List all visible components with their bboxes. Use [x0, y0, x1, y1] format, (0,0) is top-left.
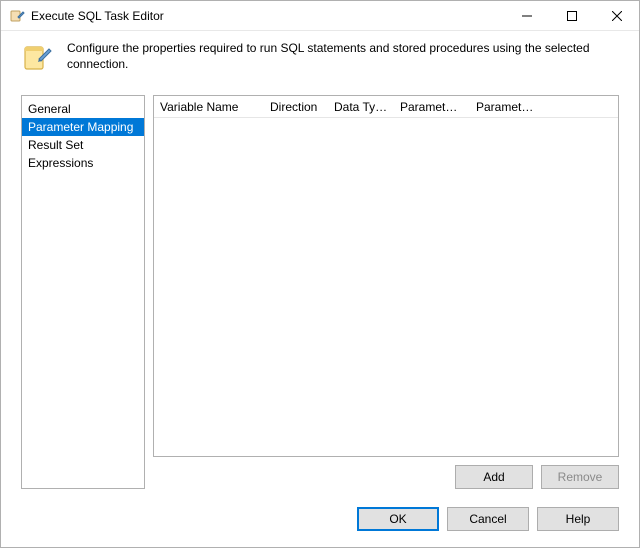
- grid-buttons: Add Remove: [153, 457, 619, 489]
- col-parameter-2[interactable]: Parameter ...: [470, 100, 546, 114]
- cancel-button[interactable]: Cancel: [447, 507, 529, 531]
- footer: OK Cancel Help: [1, 493, 639, 547]
- nav-item-expressions[interactable]: Expressions: [22, 154, 144, 172]
- remove-button: Remove: [541, 465, 619, 489]
- app-icon: [9, 8, 25, 24]
- nav-panel: General Parameter Mapping Result Set Exp…: [21, 95, 145, 489]
- add-button[interactable]: Add: [455, 465, 533, 489]
- content-panel: Variable Name Direction Data Type Parame…: [153, 95, 619, 489]
- help-button[interactable]: Help: [537, 507, 619, 531]
- info-strip: Configure the properties required to run…: [1, 31, 639, 85]
- titlebar: Execute SQL Task Editor: [1, 1, 639, 31]
- col-direction[interactable]: Direction: [264, 100, 328, 114]
- window-controls: [504, 1, 639, 30]
- close-button[interactable]: [594, 1, 639, 30]
- window-title: Execute SQL Task Editor: [31, 9, 164, 23]
- nav-item-parameter-mapping[interactable]: Parameter Mapping: [22, 118, 144, 136]
- nav-item-result-set[interactable]: Result Set: [22, 136, 144, 154]
- info-text: Configure the properties required to run…: [67, 41, 619, 72]
- col-data-type[interactable]: Data Type: [328, 100, 394, 114]
- col-variable-name[interactable]: Variable Name: [154, 100, 264, 114]
- col-parameter-1[interactable]: Parameter ...: [394, 100, 470, 114]
- dialog-window: Execute SQL Task Editor Configure the pr…: [0, 0, 640, 548]
- nav-item-general[interactable]: General: [22, 100, 144, 118]
- task-icon: [21, 41, 53, 73]
- ok-button[interactable]: OK: [357, 507, 439, 531]
- grid-body[interactable]: [154, 118, 618, 456]
- grid-header: Variable Name Direction Data Type Parame…: [154, 96, 618, 118]
- body-area: General Parameter Mapping Result Set Exp…: [1, 85, 639, 493]
- maximize-button[interactable]: [549, 1, 594, 30]
- minimize-button[interactable]: [504, 1, 549, 30]
- parameter-grid: Variable Name Direction Data Type Parame…: [153, 95, 619, 457]
